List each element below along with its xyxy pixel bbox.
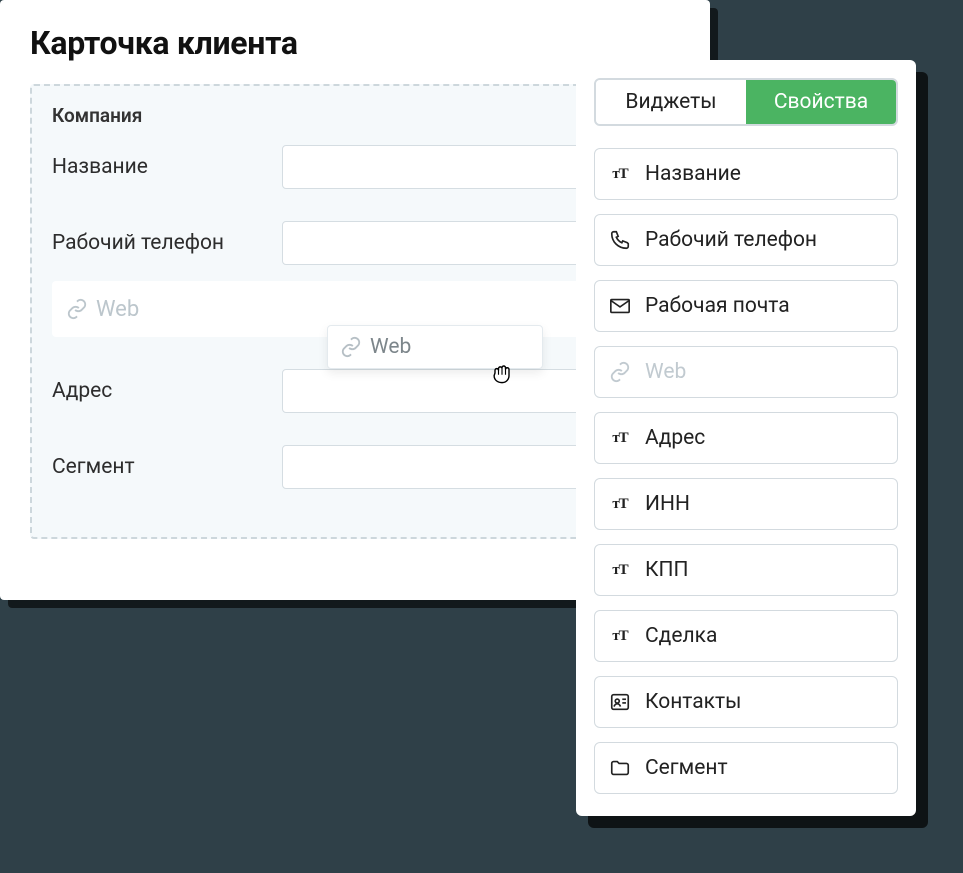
link-icon	[340, 336, 362, 358]
prop-label: Контакты	[645, 690, 741, 714]
contact-card-icon	[609, 691, 631, 713]
phone-icon	[609, 229, 631, 251]
tab-properties[interactable]: Свойства	[746, 80, 896, 124]
prop-item-contacts[interactable]: Контакты	[594, 676, 898, 728]
prop-label: ИНН	[645, 492, 690, 516]
prop-label: Адрес	[645, 426, 705, 450]
properties-panel: Виджеты Свойства тT Название Рабочий тел…	[576, 60, 916, 816]
field-label: Адрес	[52, 379, 282, 403]
prop-label: КПП	[645, 558, 688, 582]
ghost-label: Web	[66, 297, 139, 322]
tab-widgets[interactable]: Виджеты	[596, 80, 746, 124]
field-label: Сегмент	[52, 455, 282, 479]
field-label: Название	[52, 155, 282, 179]
prop-label: Web	[645, 360, 686, 384]
prop-label: Сделка	[645, 624, 717, 648]
field-row-address: Адрес	[52, 369, 658, 413]
prop-item-name[interactable]: тT Название	[594, 148, 898, 200]
prop-label: Рабочая почта	[645, 294, 790, 318]
link-icon	[609, 361, 631, 383]
prop-item-phone[interactable]: Рабочий телефон	[594, 214, 898, 266]
section-label-company: Компания	[52, 104, 658, 127]
ghost-text: Web	[96, 297, 139, 322]
text-icon: тT	[609, 427, 631, 449]
properties-list: тT Название Рабочий телефон Рабочая почт…	[594, 148, 898, 794]
prop-item-inn[interactable]: тT ИНН	[594, 478, 898, 530]
prop-label: Сегмент	[645, 756, 728, 780]
field-row-segment: Сегмент	[52, 445, 658, 489]
field-row-name: Название	[52, 145, 658, 189]
prop-item-web[interactable]: Web	[594, 346, 898, 398]
text-icon: тT	[609, 493, 631, 515]
prop-item-kpp[interactable]: тT КПП	[594, 544, 898, 596]
mail-icon	[609, 295, 631, 317]
folder-icon	[609, 757, 631, 779]
field-row-phone: Рабочий телефон	[52, 221, 658, 265]
dragging-label: Web	[370, 335, 411, 359]
prop-item-segment[interactable]: Сегмент	[594, 742, 898, 794]
page-title: Карточка клиента	[30, 24, 680, 62]
text-icon: тT	[609, 625, 631, 647]
text-icon: тT	[609, 163, 631, 185]
tab-group: Виджеты Свойства	[594, 78, 898, 126]
prop-item-email[interactable]: Рабочая почта	[594, 280, 898, 332]
text-icon: тT	[609, 559, 631, 581]
prop-item-deal[interactable]: тT Сделка	[594, 610, 898, 662]
grab-cursor-icon	[488, 359, 516, 387]
link-icon	[66, 298, 88, 320]
prop-label: Название	[645, 162, 741, 186]
prop-label: Рабочий телефон	[645, 228, 817, 252]
prop-item-address[interactable]: тT Адрес	[594, 412, 898, 464]
field-label: Рабочий телефон	[52, 231, 282, 255]
